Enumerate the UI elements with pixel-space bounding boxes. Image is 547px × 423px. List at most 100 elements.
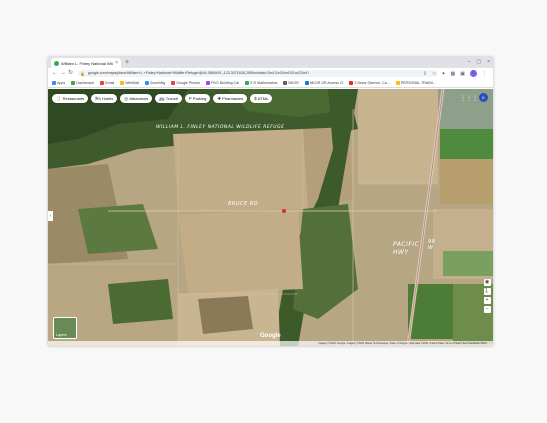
bookmark-label: PDG Building Cal (211, 81, 240, 85)
attractions-icon: ◎ (124, 95, 129, 101)
bookmark-label: NKOR OR Access Cl (309, 81, 344, 85)
forward-button[interactable]: → (60, 69, 66, 78)
map-controls: ◉ 🚶 + – (483, 279, 491, 313)
refuge-handwritten-label: WILLIAM L. FINLEY NATIONAL WILDLIFE REFU… (156, 125, 285, 130)
bookmark-favicon-icon (283, 81, 288, 85)
layers-label: Layers (56, 333, 67, 337)
toolbar-icons: ⇪ ☆ ✦ ▦ ▣ K ⋮ (423, 69, 487, 78)
address-bar[interactable]: 🔒 google.com/maps/place/William+L.+Finle… (78, 70, 438, 77)
browser-window: William L. Finley National Wildli × + – … (48, 57, 493, 346)
chip-label: Transit (165, 96, 178, 101)
layers-button[interactable]: Layers (53, 317, 77, 339)
chip-pharmacies[interactable]: ✚ Pharmacies (213, 94, 248, 103)
bookmark-item[interactable]: NKOR (283, 81, 299, 85)
category-chips: 🍴 Restaurants 🛏 Hotels ◎ Attractions 🚌 Transit P… (52, 94, 272, 103)
reading-list-icon[interactable]: ▣ (460, 71, 465, 77)
bookmark-favicon-icon (304, 81, 309, 85)
bookmark-item[interactable]: Dashboard (71, 81, 94, 85)
bookmarks-bar: Apps Dashboard Gmail WebMail ZoomMtg Google P… (48, 79, 493, 88)
new-tab-button[interactable]: + (125, 58, 129, 67)
map-footer: Imagery ©2021 Google, Imagery ©2021 Maxa… (48, 341, 493, 346)
bookmark-item[interactable]: PDG Building Cal (206, 81, 239, 85)
tab-strip: William L. Finley National Wildli × + – … (48, 57, 493, 68)
reload-button[interactable]: ↻ (68, 69, 73, 78)
bookmark-item[interactable]: WebMail (120, 81, 139, 85)
bookmark-favicon-icon (245, 81, 250, 85)
bookmark-label: S.R Mathematics (250, 81, 278, 85)
bookmark-item[interactable]: S.R Mathematics (245, 81, 277, 85)
minimize-button[interactable]: – (468, 58, 471, 67)
zoom-out-button[interactable]: – (483, 306, 491, 313)
google-logo: Google (260, 333, 281, 339)
chip-hotels[interactable]: 🛏 Hotels (91, 94, 118, 103)
menu-icon[interactable]: ⋮ (482, 71, 487, 77)
satellite-map[interactable]: 🍴 Restaurants 🛏 Hotels ◎ Attractions 🚌 Transit P… (48, 89, 493, 346)
account-avatar[interactable]: K (479, 93, 488, 102)
lock-icon: 🔒 (80, 71, 85, 76)
chip-label: Restaurants (62, 96, 85, 101)
browser-toolbar: ← → ↻ 🔒 google.com/maps/place/William+L.… (48, 68, 493, 79)
zoom-in-button[interactable]: + (483, 297, 491, 304)
chip-restaurants[interactable]: 🍴 Restaurants (52, 94, 89, 103)
extensions-icon[interactable]: ✦ (441, 71, 445, 77)
bookmark-favicon-icon (99, 81, 104, 85)
bookmark-label: Gmail (104, 81, 115, 85)
close-window-button[interactable]: × (487, 58, 490, 67)
maps-favicon-icon (54, 60, 59, 66)
bookmark-label: 3 News Science, Ca... (354, 81, 390, 85)
share-icon[interactable]: ⇪ (423, 71, 427, 77)
chip-label: Pharmacies (222, 96, 244, 101)
chip-label: Hotels (101, 96, 114, 101)
pharmacies-icon: ✚ (217, 95, 222, 101)
chip-atms[interactable]: $ ATMs (250, 94, 272, 103)
maximize-button[interactable]: ▢ (476, 58, 481, 67)
back-button[interactable]: ← (52, 69, 58, 78)
road-handwritten-label: BRUCE RD (228, 201, 259, 207)
bookmark-favicon-icon (145, 81, 150, 85)
street-view-icon[interactable]: 🚶 (483, 288, 491, 295)
puzzle-icon[interactable]: ▦ (451, 71, 456, 77)
bookmark-favicon-icon (349, 81, 354, 85)
chip-transit[interactable]: 🚌 Transit (155, 94, 182, 103)
chip-parking[interactable]: P Parking (184, 94, 211, 103)
google-apps-icon[interactable]: ⋮⋮⋮ (460, 95, 478, 102)
bookmark-label: PERSONAL TRAINI... (400, 81, 436, 85)
bookmark-favicon-icon (395, 81, 400, 85)
expand-side-panel-button[interactable]: ‹ (48, 211, 53, 221)
location-icon[interactable]: ◉ (483, 279, 491, 286)
bookmark-label: ZoomMtg (150, 81, 166, 85)
atms-icon: $ (254, 96, 257, 101)
location-pin-icon[interactable] (282, 209, 286, 213)
chip-label: Attractions (129, 96, 149, 101)
url-text: google.com/maps/place/William+L.+Finley+… (88, 71, 309, 75)
chip-attractions[interactable]: ◎ Attractions (120, 94, 153, 103)
bookmark-item[interactable]: PERSONAL TRAINI... (395, 81, 436, 85)
bookmark-favicon-icon (171, 81, 176, 85)
bookmark-label: Dashboard (76, 81, 94, 85)
tab-close-icon[interactable]: × (115, 60, 118, 66)
hotels-icon: 🛏 (95, 95, 101, 101)
browser-tab[interactable]: William L. Finley National Wildli × (51, 58, 121, 68)
window-controls: – ▢ × (468, 58, 490, 67)
chip-label: Parking (192, 96, 207, 101)
bookmark-item[interactable]: 3 News Science, Ca... (349, 81, 390, 85)
bookmark-item[interactable]: ZoomMtg (145, 81, 165, 85)
bookmark-favicon-icon (71, 81, 76, 85)
bookmark-item[interactable]: Gmail (99, 81, 115, 85)
transit-icon: 🚌 (159, 95, 165, 101)
chip-label: ATMs (257, 96, 268, 101)
bookmark-item[interactable]: Apps (52, 81, 65, 85)
highway-number-handwritten-label: 99 W (428, 239, 436, 251)
parking-icon: P (188, 96, 192, 101)
star-icon[interactable]: ☆ (432, 71, 436, 77)
highway-handwritten-label: PACIFIC HWY (393, 241, 420, 256)
bookmark-item[interactable]: NKOR OR Access Cl (304, 81, 344, 85)
profile-avatar[interactable]: K (470, 70, 477, 77)
bookmark-favicon-icon (206, 81, 211, 85)
bookmark-favicon-icon (120, 81, 125, 85)
bookmark-label: NKOR (288, 81, 299, 85)
bookmark-label: Google Photos (176, 81, 201, 85)
bookmark-item[interactable]: Google Photos (171, 81, 200, 85)
tab-title: William L. Finley National Wildli (61, 60, 114, 66)
restaurants-icon: 🍴 (56, 95, 62, 101)
